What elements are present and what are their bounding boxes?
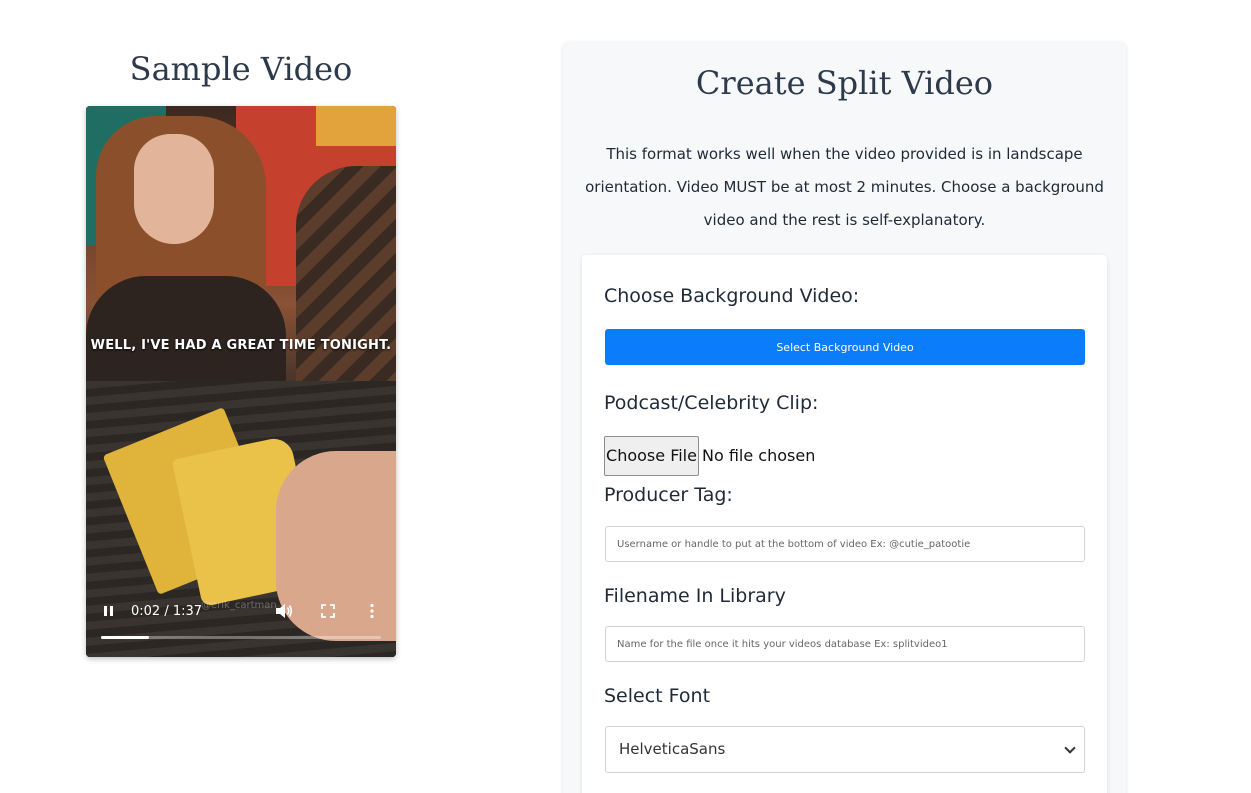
filename-label: Filename In Library — [604, 585, 786, 607]
producer-tag-label: Producer Tag: — [604, 484, 733, 506]
no-file-chosen-text: No file chosen — [702, 446, 816, 465]
pause-icon[interactable] — [102, 604, 116, 620]
scene-hand — [276, 451, 396, 641]
scene-person-right — [296, 166, 396, 396]
select-font-label: Select Font — [604, 685, 711, 707]
split-video-form: Choose Background Video: Select Backgrou… — [582, 255, 1107, 793]
video-watermark: @erik_cartman — [201, 600, 277, 611]
font-select[interactable]: HelveticaSans — [605, 726, 1085, 773]
sample-video-title: Sample Video — [129, 50, 353, 88]
sample-video-player[interactable]: WELL, I'VE HAD A GREAT TIME TONIGHT. @er… — [86, 106, 396, 657]
scene-face — [134, 134, 214, 244]
volume-icon[interactable] — [275, 603, 293, 619]
video-frame-image — [86, 106, 396, 657]
video-caption: WELL, I'VE HAD A GREAT TIME TONIGHT. — [90, 338, 392, 353]
pause-bar — [104, 606, 107, 616]
create-description: This format works well when the video pr… — [585, 145, 1104, 229]
font-select-value: HelveticaSans — [619, 740, 726, 758]
sample-video-section: Sample Video WELL, I'VE HAD A GREAT TIME… — [86, 44, 396, 657]
background-video-label: Choose Background Video: — [604, 285, 860, 307]
chevron-down-icon — [1064, 742, 1076, 754]
video-progress-fill — [101, 636, 149, 639]
choose-file-button[interactable]: Choose File — [604, 436, 699, 476]
more-options-icon[interactable] — [369, 603, 375, 619]
filename-input[interactable] — [605, 626, 1085, 662]
page: Sample Video WELL, I'VE HAD A GREAT TIME… — [0, 0, 1251, 793]
scene-shoulder — [86, 276, 286, 386]
create-title: Create Split Video — [695, 64, 994, 102]
scene-wall-orange — [316, 106, 396, 146]
pause-bar — [110, 606, 113, 616]
clip-label: Podcast/Celebrity Clip: — [604, 392, 819, 414]
producer-tag-input[interactable] — [605, 526, 1085, 562]
fullscreen-icon[interactable] — [321, 604, 335, 618]
create-split-video-card: Create Split Video This format works wel… — [563, 42, 1126, 793]
select-background-video-button[interactable]: Select Background Video — [605, 329, 1085, 365]
video-time-readout: 0:02 / 1:37 — [131, 604, 203, 619]
video-progress-bar[interactable] — [101, 636, 381, 639]
